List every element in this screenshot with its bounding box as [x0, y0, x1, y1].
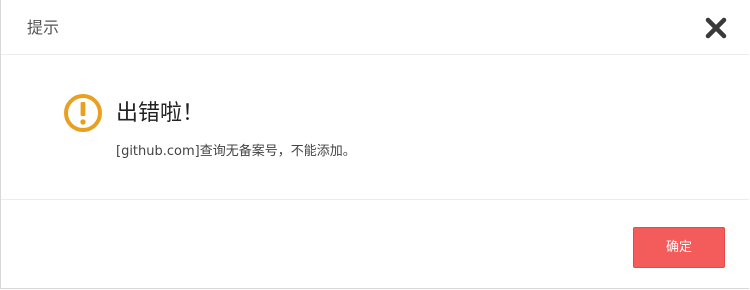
alert-dialog: 提示 出错啦！ [github.com]查询无备案号，不能添加。 确定 — [0, 0, 749, 289]
dialog-title: 提示 — [27, 18, 60, 37]
dialog-header: 提示 — [1, 0, 749, 55]
close-icon — [705, 17, 727, 39]
close-button[interactable] — [705, 17, 727, 39]
warning-icon — [64, 94, 102, 132]
message-detail: [github.com]查询无备案号，不能添加。 — [116, 144, 356, 159]
dialog-body: 出错啦！ [github.com]查询无备案号，不能添加。 — [1, 55, 749, 200]
confirm-button[interactable]: 确定 — [633, 227, 725, 268]
message-title: 出错啦！ — [116, 101, 205, 126]
